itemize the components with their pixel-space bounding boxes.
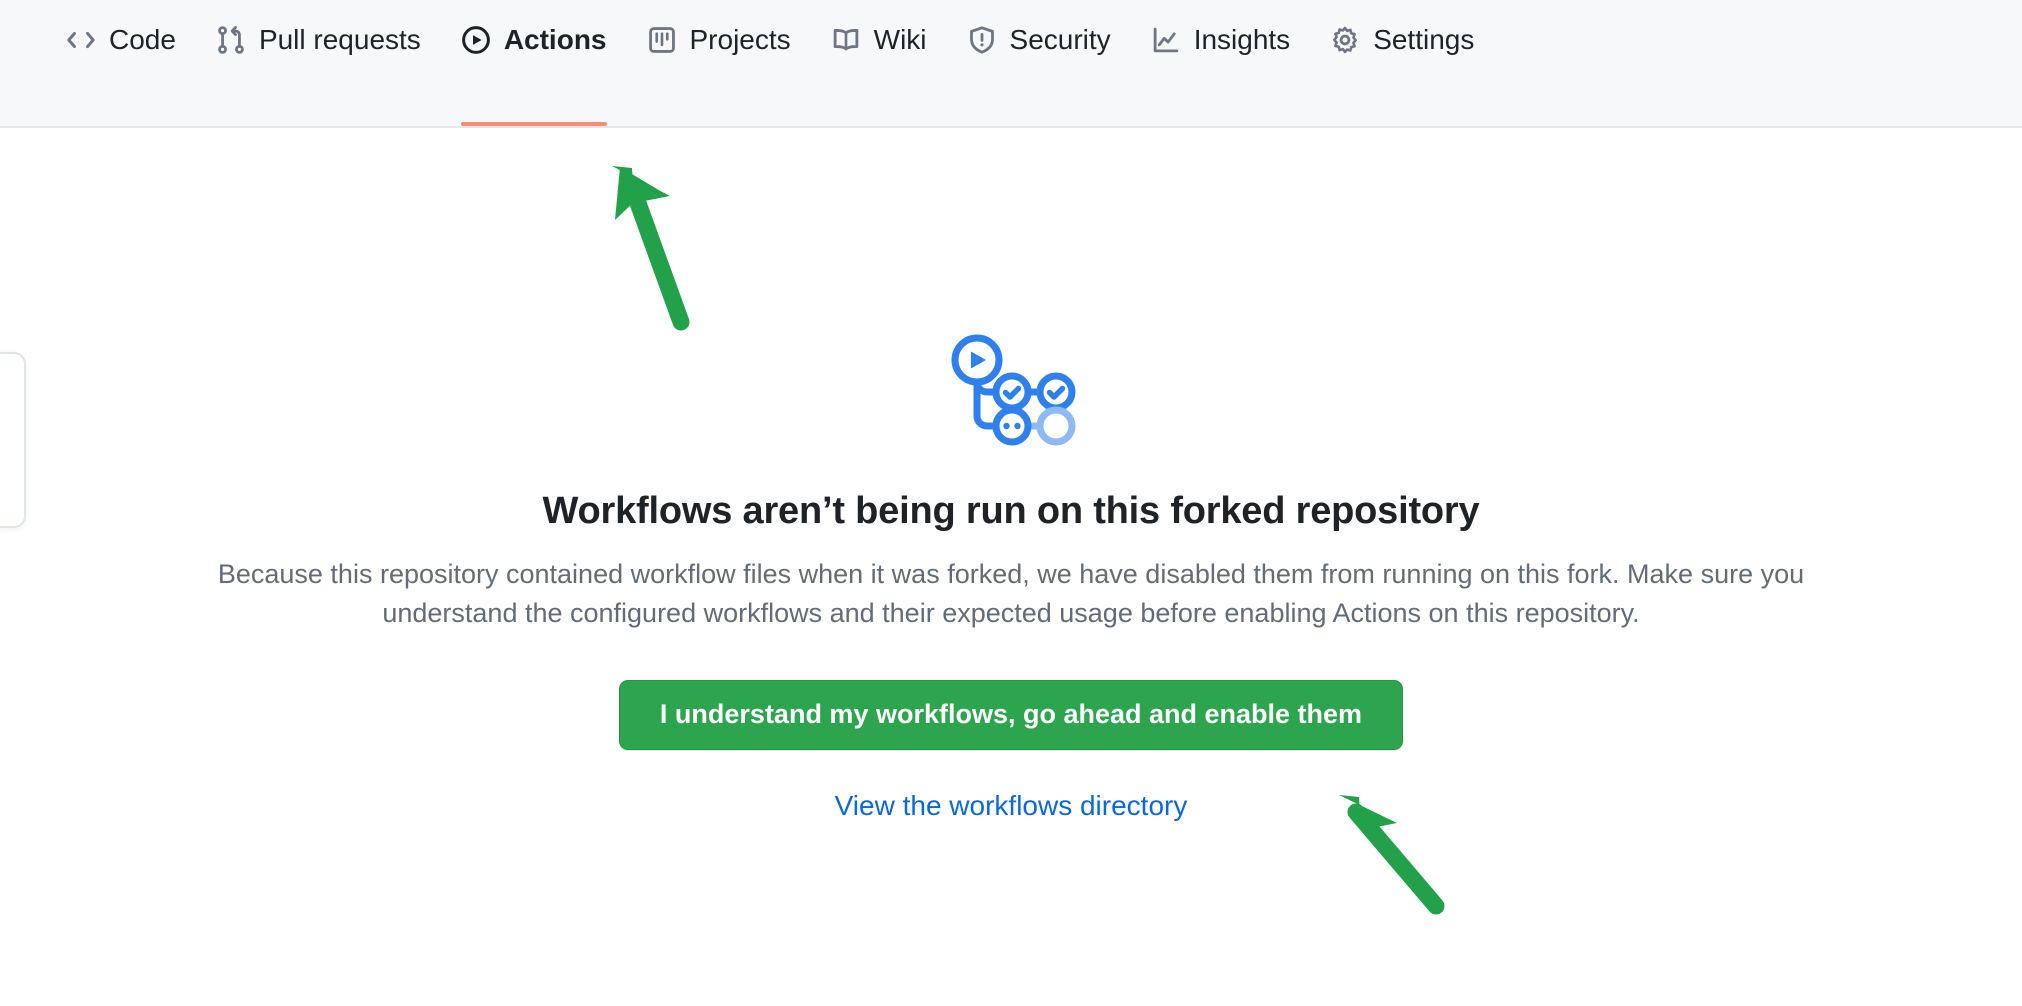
view-workflows-directory-link[interactable]: View the workflows directory	[835, 790, 1188, 822]
page-root: Code Pull requests Actions Projects Wiki…	[0, 0, 2022, 1006]
book-icon	[831, 25, 861, 101]
gear-icon	[1330, 25, 1360, 101]
nav-item-label: Insights	[1193, 24, 1291, 55]
nav-item-code[interactable]: Code	[46, 0, 196, 126]
nav-item-pull-requests[interactable]: Pull requests	[196, 0, 441, 126]
blankslate-actions: I understand my workflows, go ahead and …	[0, 680, 2022, 750]
project-board-icon	[647, 25, 677, 101]
shield-alert-icon	[967, 25, 997, 101]
nav-item-label: Wiki	[873, 24, 927, 55]
workflow-graph-illustration	[0, 330, 2022, 454]
blankslate-description: Because this repository contained workfl…	[217, 559, 1805, 628]
nav-item-wiki[interactable]: Wiki	[811, 0, 947, 126]
actions-blankslate: Workflows aren’t being run on this forke…	[0, 330, 2022, 822]
nav-item-label: Code	[109, 24, 176, 55]
nav-item-label: Security	[1009, 24, 1111, 55]
arrow-pointing-to-actions-tab	[588, 148, 758, 338]
play-circle-icon	[461, 25, 491, 101]
nav-item-label: Projects	[689, 24, 791, 55]
nav-item-projects[interactable]: Projects	[627, 0, 811, 126]
nav-item-label: Pull requests	[258, 24, 421, 55]
enable-workflows-button[interactable]: I understand my workflows, go ahead and …	[618, 680, 1404, 750]
repository-nav-list: Code Pull requests Actions Projects Wiki…	[46, 0, 1494, 126]
blankslate-heading: Workflows aren’t being run on this forke…	[542, 490, 1480, 532]
repository-nav: Code Pull requests Actions Projects Wiki…	[0, 0, 2022, 128]
nav-item-insights[interactable]: Insights	[1131, 0, 1311, 126]
nav-item-settings[interactable]: Settings	[1310, 0, 1494, 126]
graph-icon	[1151, 25, 1181, 101]
selected-tab-underline	[460, 122, 607, 126]
nav-item-label: Actions	[503, 24, 607, 55]
nav-item-label: Settings	[1373, 24, 1475, 55]
code-icon	[66, 25, 96, 101]
git-pull-request-icon	[216, 25, 246, 101]
nav-item-security[interactable]: Security	[947, 0, 1131, 126]
nav-item-actions[interactable]: Actions	[441, 0, 627, 126]
